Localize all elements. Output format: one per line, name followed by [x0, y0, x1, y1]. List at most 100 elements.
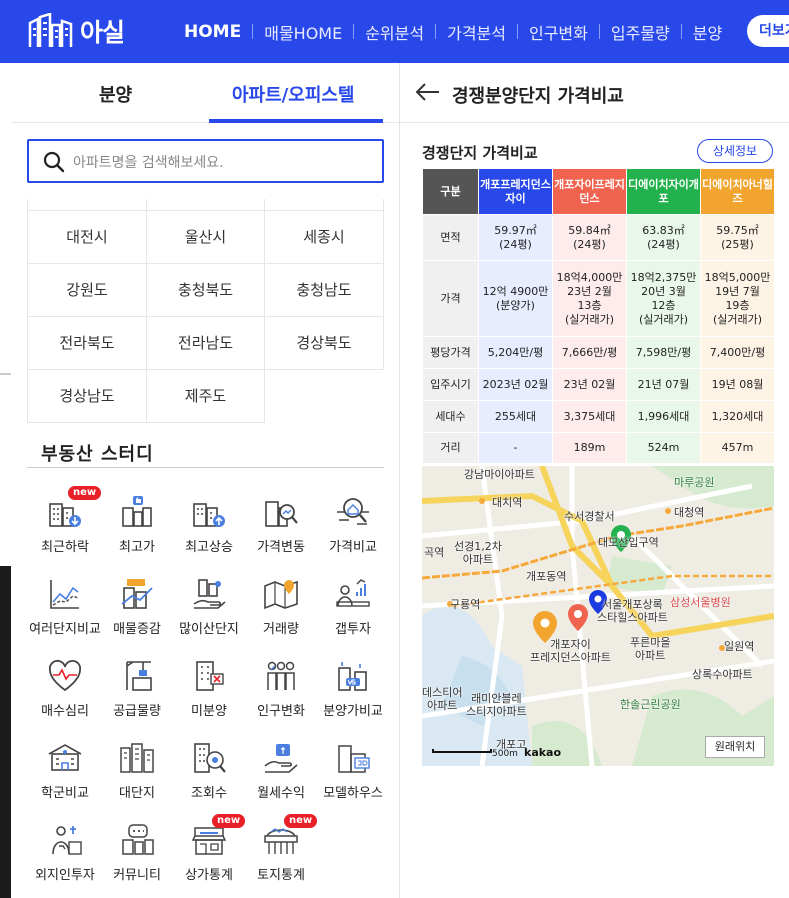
crane-icon[interactable]: [119, 658, 155, 694]
region-item[interactable]: 강원도: [28, 264, 147, 317]
study-menu-item[interactable]: 매물증감: [101, 570, 173, 652]
table-cell: 457m: [700, 432, 775, 464]
listing-chart-icon[interactable]: [119, 576, 155, 612]
study-menu-item[interactable]: 인구변화: [245, 652, 317, 734]
map-place-label: 서울개포상록 스타힐스아파트: [597, 598, 668, 624]
nav-presale[interactable]: 분양: [693, 20, 722, 44]
map-place-label: 곡역: [424, 546, 445, 559]
nav-price-analysis[interactable]: 가격분석: [447, 20, 506, 44]
study-menu-label: 가격변동: [257, 540, 305, 555]
study-menu-item[interactable]: 많이산단지: [173, 570, 245, 652]
map-place-label: 개포동역: [526, 570, 567, 583]
study-menu-item[interactable]: 최고가: [101, 488, 173, 570]
region-item[interactable]: 경상남도: [28, 370, 147, 423]
map-place-label: 대청역: [674, 506, 705, 519]
community-icon[interactable]: [119, 822, 155, 858]
map-place-label: 일원역: [724, 640, 755, 653]
nav-listing-home[interactable]: 매물HOME: [264, 20, 342, 44]
people-icon[interactable]: [263, 658, 299, 694]
map-place-label: 래미안블레 스티지아파트: [466, 692, 527, 718]
study-menu-item[interactable]: 가격비교: [317, 488, 389, 570]
study-menu-item[interactable]: 공급물량: [101, 652, 173, 734]
study-menu-item[interactable]: 갭투자: [317, 570, 389, 652]
study-menu-item[interactable]: 매수심리: [29, 652, 101, 734]
complex-name-header[interactable]: 디에이치자이개포: [626, 168, 701, 215]
person-chart-icon[interactable]: [335, 576, 371, 612]
complex-name-header[interactable]: 개포자이프레지던스: [552, 168, 627, 215]
row-label: 평당가격: [422, 336, 479, 369]
study-menu-item[interactable]: 분양가비교: [317, 652, 389, 734]
study-menu-label: 많이산단지: [179, 622, 239, 637]
study-menu-item[interactable]: 커뮤니티: [101, 816, 173, 898]
nav-population[interactable]: 인구변화: [529, 20, 588, 44]
complex-name-header[interactable]: 개포프레지던스자이: [478, 168, 553, 215]
study-menu-item[interactable]: 최고상승: [173, 488, 245, 570]
study-menu-label: 공급물량: [113, 704, 161, 719]
hand-buildings-icon[interactable]: [191, 576, 227, 612]
logo-text: 아실: [80, 18, 125, 47]
region-item[interactable]: 대전시: [28, 211, 147, 264]
region-item[interactable]: 충청남도: [265, 264, 384, 317]
region-item[interactable]: 경상북도: [265, 317, 384, 370]
study-menu-item[interactable]: 여러단지비교: [29, 570, 101, 652]
tab-apartment-officetel[interactable]: 아파트/오피스텔: [232, 81, 355, 107]
study-menu-label: 매수심리: [41, 704, 89, 719]
model-house-icon[interactable]: [335, 740, 371, 776]
building-magnifier-icon[interactable]: [263, 494, 299, 530]
logo[interactable]: 아실: [28, 13, 125, 49]
left-panel: 분양 아파트/오피스텔 아파트명을 검색해보세요. 대전시 울산시 세종시 강원도 충청…: [11, 63, 400, 898]
table-cell: 21년 07월: [626, 368, 701, 401]
study-menu-item[interactable]: 모델하우스: [317, 734, 389, 816]
study-menu-item[interactable]: 조회수: [173, 734, 245, 816]
study-menu-item[interactable]: 월세수익: [245, 734, 317, 816]
region-item[interactable]: 울산시: [147, 211, 265, 264]
buildings-vs-icon[interactable]: [335, 658, 371, 694]
search-box[interactable]: 아파트명을 검색해보세요.: [27, 139, 384, 183]
original-location-button[interactable]: 원래위치: [705, 736, 765, 758]
study-menu-item[interactable]: 거래량: [245, 570, 317, 652]
region-item[interactable]: 제주도: [147, 370, 265, 423]
more-button[interactable]: 더보기: [747, 15, 789, 47]
investor-icon[interactable]: [47, 822, 83, 858]
money-hand-icon[interactable]: [263, 740, 299, 776]
region-grid-top: [28, 199, 384, 210]
school-icon[interactable]: [47, 740, 83, 776]
building-x-icon[interactable]: [191, 658, 227, 694]
detail-info-button[interactable]: 상세정보: [697, 139, 773, 163]
study-menu-item[interactable]: 가격변동: [245, 488, 317, 570]
map[interactable]: 강남마이아파트 대치역 마루공원 수서경찰서 대청역 대모산입구역 곡역 선경1,2차 아파트…: [422, 466, 774, 766]
study-menu-item[interactable]: 외지인투자: [29, 816, 101, 898]
map-pin-icon[interactable]: [263, 576, 299, 612]
table-cell: 23년 02월: [552, 368, 627, 401]
study-menu-label: 인구변화: [257, 704, 305, 719]
compare-magnifier-icon[interactable]: [335, 494, 371, 530]
map-place-label: 삼성서울병원: [670, 596, 731, 609]
nav-home[interactable]: HOME: [184, 22, 241, 42]
tab-presale[interactable]: 분양: [99, 81, 132, 107]
region-item[interactable]: 세종시: [265, 211, 384, 264]
heartbeat-icon[interactable]: [47, 658, 83, 694]
table-cell: 7,666만/평: [552, 336, 627, 369]
complex-name-header[interactable]: 디에이치아너힐즈: [700, 168, 775, 215]
search-icon[interactable]: [43, 151, 65, 173]
region-item[interactable]: 충청북도: [147, 264, 265, 317]
line-chart-icon[interactable]: [47, 576, 83, 612]
study-menu-item[interactable]: 미분양: [173, 652, 245, 734]
nav-supply[interactable]: 입주물량: [611, 20, 670, 44]
building-eye-icon[interactable]: [191, 740, 227, 776]
table-cell: 524m: [626, 432, 701, 464]
large-complex-icon[interactable]: [119, 740, 155, 776]
study-menu-item[interactable]: new 최근하락: [29, 486, 102, 570]
back-arrow-icon[interactable]: [416, 83, 440, 101]
building-up-icon[interactable]: [191, 494, 227, 530]
search-input[interactable]: 아파트명을 검색해보세요.: [73, 152, 224, 172]
study-menu-item[interactable]: 대단지: [101, 734, 173, 816]
region-item[interactable]: 전라남도: [147, 317, 265, 370]
study-menu-label: 학군비교: [41, 786, 89, 801]
study-menu-item[interactable]: new 상가통계: [173, 814, 246, 898]
building-thumb-icon[interactable]: [119, 494, 155, 530]
nav-ranking[interactable]: 순위분석: [365, 20, 424, 44]
region-item[interactable]: 전라북도: [28, 317, 147, 370]
study-menu-item[interactable]: new 토지통계: [245, 814, 318, 898]
study-menu-item[interactable]: 학군비교: [29, 734, 101, 816]
